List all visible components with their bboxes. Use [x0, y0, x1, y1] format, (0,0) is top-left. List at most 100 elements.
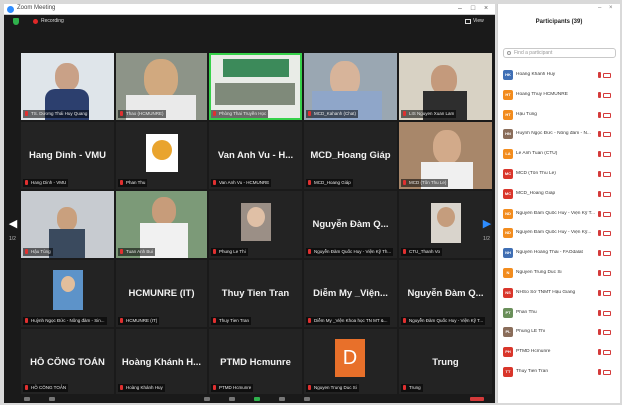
participant-row[interactable]: PT Phan Thu: [503, 307, 616, 319]
video-tile[interactable]: HCMUNRE (IT) HCMUNRE (IT): [116, 260, 207, 327]
video-tile-active-speaker[interactable]: Phòng Thai Truyền Học: [209, 53, 302, 120]
initial-avatar: D: [335, 339, 365, 377]
record-icon[interactable]: [279, 397, 285, 401]
chat-icon[interactable]: [229, 397, 235, 401]
participant-row[interactable]: HT Hậu Tùng: [503, 109, 616, 121]
muted-mic-icon[interactable]: [598, 369, 601, 375]
video-off-icon[interactable]: [603, 350, 611, 356]
video-tile[interactable]: Tuan Anh Bui: [116, 191, 207, 258]
video-off-icon[interactable]: [603, 271, 611, 276]
mute-icon[interactable]: [24, 397, 30, 401]
minimize-icon[interactable]: –: [454, 4, 466, 14]
participant-row[interactable]: TT Thuy Tien Tran: [503, 367, 616, 378]
video-tile[interactable]: HỒ CÔNG TOẢN HỒ CÔNG TOẢN: [21, 329, 114, 394]
video-tile[interactable]: Thao (HCMUNRE): [116, 53, 207, 120]
video-off-icon[interactable]: [603, 310, 611, 316]
participant-row[interactable]: N Nguyen Trung Duc Si: [503, 268, 616, 279]
muted-mic-icon[interactable]: [598, 210, 601, 217]
video-off-icon[interactable]: [603, 112, 611, 118]
participant-row[interactable]: PH PTMD Hcmunre: [503, 347, 616, 358]
participant-row[interactable]: NH Nguyễn Hoàng Thái - FAOdalat: [503, 248, 616, 259]
muted-mic-icon[interactable]: [598, 250, 601, 257]
video-tile[interactable]: MCD_Hoang Giáp MCD_Hoang Giáp: [304, 122, 397, 189]
panel-minimize-icon[interactable]: –: [598, 5, 601, 11]
video-tile[interactable]: Huỳnh Ngọc Đức - Nông đàm - Sin...: [21, 260, 114, 327]
participant-row[interactable]: MC MCD_Hoang Giáp: [503, 188, 616, 200]
video-off-icon[interactable]: [603, 152, 611, 158]
video-off-icon[interactable]: [603, 370, 611, 375]
muted-mic-icon[interactable]: [598, 230, 601, 237]
maximize-icon[interactable]: □: [467, 4, 479, 14]
muted-mic-icon[interactable]: [598, 171, 601, 177]
video-off-icon[interactable]: [603, 211, 611, 217]
muted-mic-icon[interactable]: [598, 72, 601, 78]
muted-mic-icon[interactable]: [598, 91, 601, 98]
video-off-icon[interactable]: [603, 172, 611, 177]
tile-display-name: Nguyễn Đàm Q...: [407, 288, 484, 299]
participant-row[interactable]: NS NHSo Sở TNMT Hậu Giang: [503, 287, 616, 299]
video-tile[interactable]: Trung Trung: [399, 329, 492, 394]
tile-name-label: Nguyen Trung Duc Si: [306, 384, 359, 392]
view-button[interactable]: View: [473, 18, 484, 24]
video-icon[interactable]: [49, 397, 55, 401]
video-tile[interactable]: Thuy Tien Tran Thuy Tien Tran: [209, 260, 302, 327]
participant-row[interactable]: MC MCD (Tôn Thu Le): [503, 169, 616, 180]
participant-row[interactable]: HT Hoang Thuy HCMUNRE: [503, 89, 616, 101]
video-tile[interactable]: Nguyễn Đàm Q... Nguyễn Đàm Quốc Huy - Vi…: [304, 191, 397, 258]
muted-mic-icon[interactable]: [598, 349, 601, 356]
participant-avatar: HT: [503, 109, 513, 120]
video-tile[interactable]: TS. Dương Thái Huy Quang: [21, 53, 114, 120]
reactions-icon[interactable]: [304, 397, 310, 401]
end-meeting-button[interactable]: [470, 397, 484, 401]
video-off-icon[interactable]: [603, 330, 611, 336]
muted-mic-icon[interactable]: [598, 270, 601, 276]
close-icon[interactable]: ×: [480, 4, 492, 14]
participants-icon[interactable]: [204, 397, 210, 401]
participant-avatar: PT: [503, 307, 513, 318]
video-off-icon[interactable]: [603, 251, 611, 257]
participant-row[interactable]: HK Hoàng Khánh Huy: [503, 70, 616, 81]
video-tile[interactable]: LIS Nguyen Xuan Lam: [399, 53, 492, 120]
muted-mic-icon[interactable]: [598, 151, 601, 158]
video-tile[interactable]: D Nguyen Trung Duc Si: [304, 329, 397, 394]
next-page-arrow-icon[interactable]: ▶: [482, 212, 492, 236]
video-tile[interactable]: Phung Le Thi: [209, 191, 302, 258]
share-screen-icon[interactable]: [254, 397, 260, 401]
panel-close-icon[interactable]: ×: [609, 5, 613, 11]
video-tile[interactable]: MCD_Kahanh (Chat): [304, 53, 397, 120]
participant-row[interactable]: ND Nguyễn Đàm Quốc Huy - Viện Kỹ...: [503, 228, 616, 239]
muted-mic-icon[interactable]: [598, 289, 601, 296]
participant-row[interactable]: ND Nguyễn Đàm Quốc Huy - Viện Kỹ T...: [503, 208, 616, 220]
muted-mic-icon[interactable]: [598, 329, 601, 336]
recording-label[interactable]: Recording: [41, 18, 64, 24]
view-grid-icon[interactable]: [465, 19, 471, 24]
video-tile[interactable]: CTU_Thanh Vo: [399, 191, 492, 258]
muted-mic-icon[interactable]: [598, 111, 601, 118]
muted-mic-icon[interactable]: [598, 131, 601, 138]
security-shield-icon[interactable]: [13, 18, 19, 25]
participant-search-input[interactable]: Find a participant: [503, 48, 616, 58]
video-tile[interactable]: Van Anh Vu - H... Van Anh Vu - HCMUNRE: [209, 122, 302, 189]
muted-mic-icon[interactable]: [598, 190, 601, 197]
tile-display-name: HCMUNRE (IT): [128, 288, 195, 299]
video-tile[interactable]: PTMD Hcmunre PTMD Hcmunre: [209, 329, 302, 394]
video-tile[interactable]: Hậu Tùng: [21, 191, 114, 258]
video-off-icon[interactable]: [603, 231, 611, 237]
video-off-icon[interactable]: [603, 132, 611, 138]
tile-name-label: Tuan Anh Bui: [118, 248, 155, 256]
video-tile[interactable]: Hoàng Khánh H... Hoàng Khánh Huy: [116, 329, 207, 394]
video-tile[interactable]: MCD (Tôn Thu Le): [399, 122, 492, 189]
video-tile[interactable]: Hang Dinh - VMU Hang Dinh - VMU: [21, 122, 114, 189]
video-tile[interactable]: Nguyễn Đàm Q... Nguyễn Đàm Quốc Huy - Vi…: [399, 260, 492, 327]
participant-row[interactable]: HN Huỳnh Ngọc Đức - Nông đàm - N...: [503, 129, 616, 140]
video-off-icon[interactable]: [603, 92, 611, 98]
video-off-icon[interactable]: [603, 290, 611, 296]
video-tile[interactable]: Phan Thu: [116, 122, 207, 189]
participant-row[interactable]: PL Phung LE Thi: [503, 327, 616, 338]
participant-row[interactable]: LA Le Anh Tuan (CTU): [503, 149, 616, 160]
video-off-icon[interactable]: [603, 73, 611, 78]
video-tile[interactable]: Diễm My _Viện... Diễm My _Viện Khoa học …: [304, 260, 397, 327]
previous-page-arrow-icon[interactable]: ◀: [8, 212, 18, 236]
video-off-icon[interactable]: [603, 191, 611, 197]
muted-mic-icon[interactable]: [598, 309, 601, 316]
